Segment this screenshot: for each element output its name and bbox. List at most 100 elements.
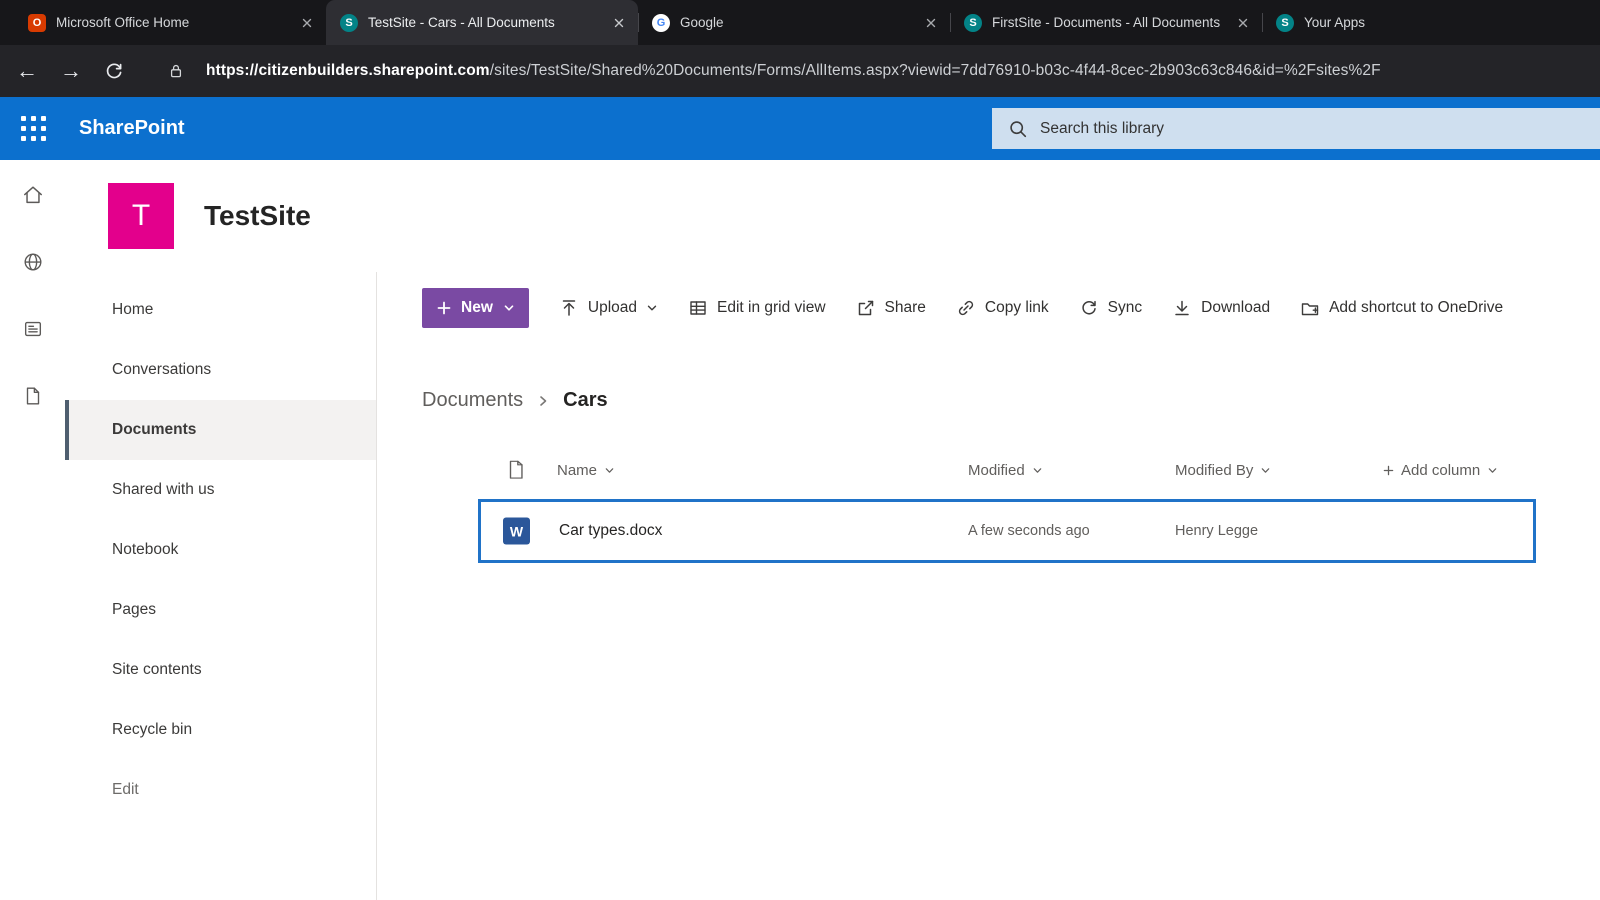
plus-icon bbox=[437, 301, 451, 315]
sync-button[interactable]: Sync bbox=[1079, 298, 1142, 318]
sharepoint-icon: S bbox=[1276, 13, 1294, 32]
download-label: Download bbox=[1201, 299, 1271, 316]
edit-grid-view-label: Edit in grid view bbox=[717, 299, 826, 316]
sidebar-item-conversations[interactable]: Conversations bbox=[65, 340, 376, 400]
sidebar-item-notebook[interactable]: Notebook bbox=[65, 520, 376, 580]
search-icon bbox=[1008, 119, 1028, 139]
word-file-icon: W bbox=[503, 517, 530, 545]
sidebar-item-documents[interactable]: Documents bbox=[65, 400, 376, 460]
sharepoint-icon: S bbox=[964, 13, 982, 32]
sidebar-item-edit[interactable]: Edit bbox=[65, 760, 376, 820]
sidebar-item-site-contents[interactable]: Site contents bbox=[65, 640, 376, 700]
download-icon bbox=[1175, 300, 1189, 316]
upload-button[interactable]: Upload bbox=[559, 298, 658, 318]
list-header: Name Modified Modified By Add column bbox=[377, 454, 1600, 494]
add-shortcut-icon bbox=[1301, 303, 1319, 316]
site-left-nav: Home Conversations Documents Shared with… bbox=[65, 272, 377, 900]
site-header: T TestSite bbox=[65, 160, 1600, 272]
grid-icon bbox=[690, 301, 706, 315]
home-icon[interactable] bbox=[22, 184, 44, 206]
chevron-down-icon bbox=[605, 468, 614, 473]
tab-title: Microsoft Office Home bbox=[56, 15, 190, 30]
edit-grid-view-button[interactable]: Edit in grid view bbox=[688, 298, 826, 318]
tab-close-icon[interactable] bbox=[1234, 14, 1252, 32]
app-rail bbox=[0, 160, 65, 900]
column-header-modified-by[interactable]: Modified By bbox=[1175, 462, 1271, 479]
back-icon[interactable]: ← bbox=[16, 60, 38, 82]
tab-firstsite-documents[interactable]: S FirstSite - Documents - All Documents bbox=[950, 0, 1262, 45]
sidebar-item-home[interactable]: Home bbox=[65, 280, 376, 340]
tab-title: FirstSite - Documents - All Documents bbox=[992, 15, 1221, 30]
upload-icon bbox=[562, 300, 576, 316]
office-icon: O bbox=[28, 13, 46, 32]
column-header-name[interactable]: Name bbox=[557, 462, 615, 479]
add-column-button[interactable]: Add column bbox=[1383, 462, 1498, 479]
sharepoint-icon: S bbox=[340, 13, 358, 32]
site-title[interactable]: TestSite bbox=[204, 200, 311, 232]
add-shortcut-label: Add shortcut to OneDrive bbox=[1329, 299, 1504, 316]
reload-icon[interactable] bbox=[104, 61, 124, 81]
add-shortcut-button[interactable]: Add shortcut to OneDrive bbox=[1300, 298, 1503, 318]
file-row[interactable]: W Car types.docx A few seconds ago Henry… bbox=[478, 499, 1536, 563]
copy-link-label: Copy link bbox=[984, 299, 1049, 316]
tab-title: Google bbox=[680, 15, 724, 30]
chevron-down-icon bbox=[1033, 468, 1042, 473]
url-domain: https://citizenbuilders.sharepoint.com bbox=[206, 62, 490, 79]
breadcrumb-cars: Cars bbox=[563, 389, 608, 411]
sharepoint-suite-bar: SharePoint bbox=[0, 97, 1600, 160]
tab-close-icon[interactable] bbox=[610, 14, 628, 32]
share-icon bbox=[858, 300, 873, 316]
tab-your-apps[interactable]: S Your Apps bbox=[1262, 0, 1502, 45]
tab-office-home[interactable]: O Microsoft Office Home bbox=[14, 0, 326, 45]
file-modified-by: Henry Legge bbox=[1175, 523, 1259, 539]
chevron-right-icon bbox=[537, 394, 549, 408]
search-input[interactable] bbox=[1040, 119, 1600, 138]
news-icon[interactable] bbox=[22, 318, 44, 340]
sync-label: Sync bbox=[1107, 299, 1143, 316]
google-icon: G bbox=[652, 13, 670, 32]
tab-testsite-cars[interactable]: S TestSite - Cars - All Documents bbox=[326, 0, 638, 45]
copy-link-icon bbox=[958, 300, 974, 316]
tab-close-icon[interactable] bbox=[298, 14, 316, 32]
browser-window: O Microsoft Office Home S TestSite - Car… bbox=[0, 0, 1600, 900]
sidebar-item-pages[interactable]: Pages bbox=[65, 580, 376, 640]
share-button[interactable]: Share bbox=[856, 298, 926, 318]
upload-label: Upload bbox=[587, 299, 637, 316]
sync-icon bbox=[1082, 300, 1096, 315]
app-launcher-icon[interactable] bbox=[21, 115, 47, 142]
chevron-down-icon bbox=[1262, 468, 1270, 473]
sidebar-item-shared-with-us[interactable]: Shared with us bbox=[65, 460, 376, 520]
page-body: T TestSite Home Conversations Documents … bbox=[0, 160, 1600, 900]
new-button-label: New bbox=[461, 299, 493, 316]
chevron-down-icon bbox=[646, 302, 658, 314]
tab-close-icon[interactable] bbox=[922, 14, 940, 32]
tab-title: TestSite - Cars - All Documents bbox=[368, 15, 555, 30]
lock-icon[interactable] bbox=[168, 62, 184, 80]
file-modified: A few seconds ago bbox=[968, 523, 1090, 539]
column-header-modified[interactable]: Modified bbox=[968, 462, 1043, 479]
url-bar[interactable]: https://citizenbuilders.sharepoint.com/s… bbox=[206, 62, 1584, 80]
browser-tab-strip: O Microsoft Office Home S TestSite - Car… bbox=[0, 0, 1600, 45]
document-icon[interactable] bbox=[22, 385, 44, 407]
library-search-box[interactable] bbox=[992, 108, 1600, 149]
forward-icon[interactable]: → bbox=[60, 60, 82, 82]
download-button[interactable]: Download bbox=[1172, 298, 1270, 318]
site-content: T TestSite Home Conversations Documents … bbox=[65, 160, 1600, 900]
command-bar: New Upload Edit in grid view Share Copy … bbox=[377, 285, 1600, 331]
copy-link-button[interactable]: Copy link bbox=[956, 298, 1049, 318]
sharepoint-brand[interactable]: SharePoint bbox=[79, 117, 185, 140]
new-button[interactable]: New bbox=[422, 288, 529, 328]
file-name[interactable]: Car types.docx bbox=[559, 522, 662, 540]
chevron-down-icon bbox=[504, 305, 514, 311]
sidebar-item-recycle-bin[interactable]: Recycle bin bbox=[65, 700, 376, 760]
tab-google[interactable]: G Google bbox=[638, 0, 950, 45]
url-path: /sites/TestSite/Shared%20Documents/Forms… bbox=[489, 62, 1381, 79]
columns: Home Conversations Documents Shared with… bbox=[65, 272, 1600, 900]
plus-icon bbox=[1383, 465, 1394, 476]
breadcrumb-documents[interactable]: Documents bbox=[422, 389, 523, 412]
browser-address-bar: ← → https://citizenbuilders.sharepoint.c… bbox=[0, 45, 1600, 97]
tab-title: Your Apps bbox=[1304, 15, 1366, 30]
globe-icon[interactable] bbox=[22, 251, 44, 273]
breadcrumb: Documents Cars bbox=[377, 389, 1600, 412]
site-logo[interactable]: T bbox=[108, 183, 174, 249]
